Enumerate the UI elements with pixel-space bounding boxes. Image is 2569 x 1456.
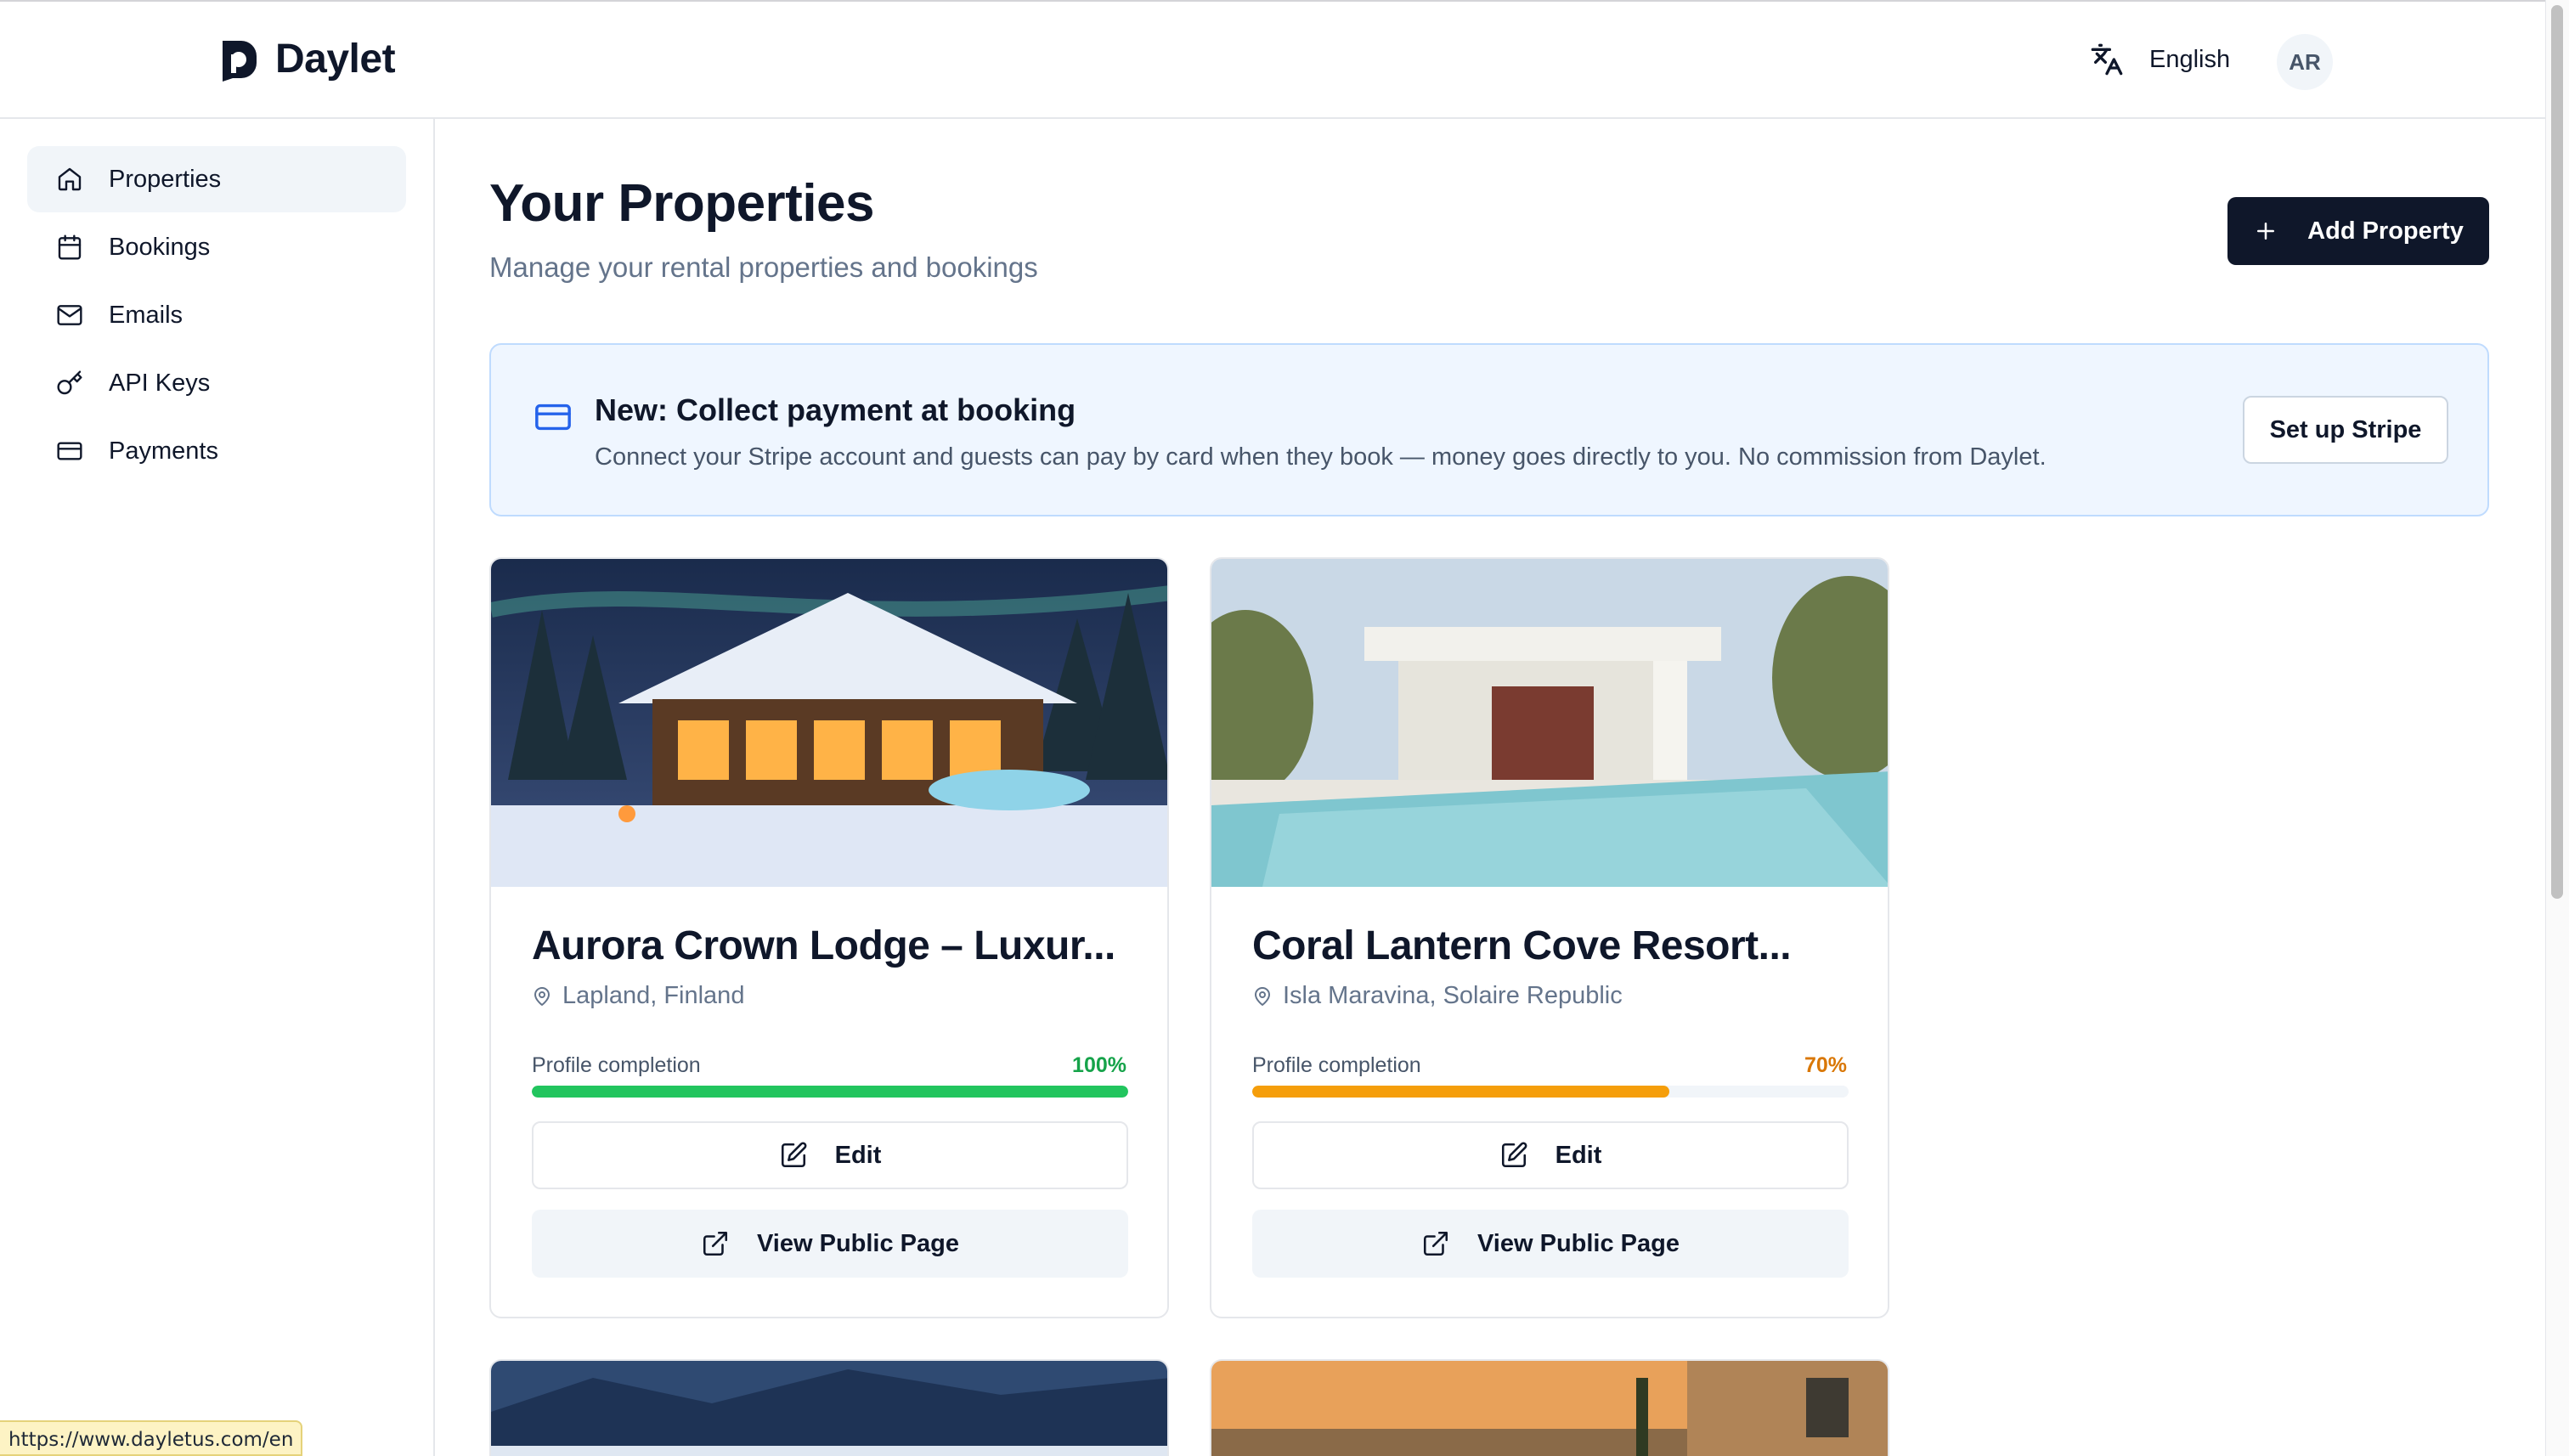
- sidebar-item-label: API Keys: [109, 369, 211, 397]
- sidebar-item-payments[interactable]: Payments: [27, 418, 406, 484]
- profile-completion-value: 70%: [1804, 1053, 1847, 1077]
- user-avatar[interactable]: AR: [2277, 34, 2333, 90]
- top-bar: Daylet English AR: [0, 0, 2545, 119]
- sidebar-item-emails[interactable]: Emails: [27, 282, 406, 348]
- property-image: [1211, 1361, 1888, 1456]
- property-location: Isla Maravina, Solaire Republic: [1252, 982, 1623, 1010]
- profile-completion-label: Profile completion: [1252, 1053, 1421, 1077]
- profile-completion-label: Profile completion: [532, 1053, 701, 1077]
- scrollbar-thumb[interactable]: [2551, 5, 2563, 899]
- view-public-page-label: View Public Page: [756, 1229, 959, 1257]
- property-image: [491, 1361, 1167, 1456]
- profile-completion-fill: [1252, 1086, 1670, 1098]
- property-card-partial[interactable]: [489, 1359, 1169, 1456]
- property-card-partial[interactable]: [1210, 1359, 1889, 1456]
- brand-name: Daylet: [275, 37, 396, 82]
- edit-button[interactable]: Edit: [532, 1121, 1128, 1189]
- edit-button[interactable]: Edit: [1252, 1121, 1849, 1189]
- mail-icon: [57, 305, 82, 325]
- vertical-scrollbar[interactable]: [2545, 0, 2569, 1456]
- sidebar-item-bookings[interactable]: Bookings: [27, 214, 406, 280]
- property-image[interactable]: [491, 559, 1169, 887]
- add-property-label: Add Property: [2307, 217, 2464, 245]
- language-label: English: [2149, 45, 2231, 73]
- brand-logo[interactable]: Daylet: [216, 36, 396, 82]
- translate-icon: [2091, 43, 2123, 76]
- property-title: Aurora Crown Lodge – Luxur...: [532, 923, 1115, 968]
- edit-icon: [781, 1142, 807, 1168]
- sidebar: Properties Bookings Emails API Keys Paym…: [0, 119, 435, 1456]
- page-subtitle: Manage your rental properties and bookin…: [489, 251, 1038, 283]
- key-icon: [57, 370, 82, 395]
- daylet-logo-icon: [223, 40, 257, 82]
- edit-icon: [1501, 1142, 1527, 1168]
- edit-label: Edit: [1555, 1141, 1602, 1169]
- banner-text: Connect your Stripe account and guests c…: [595, 443, 2047, 471]
- profile-completion-bar: [532, 1086, 1128, 1098]
- stripe-banner: New: Collect payment at booking Connect …: [489, 343, 2489, 516]
- property-image[interactable]: [1211, 559, 1889, 887]
- profile-completion-value: 100%: [1072, 1053, 1126, 1077]
- add-property-button[interactable]: Add Property: [2227, 197, 2489, 265]
- plus-icon: [2257, 223, 2275, 240]
- credit-card-icon: [57, 442, 82, 460]
- sidebar-item-label: Properties: [109, 165, 222, 193]
- property-card: Aurora Crown Lodge – Luxur... Lapland, F…: [489, 557, 1169, 1318]
- status-bar-url: https://www.dayletus.com/en: [0, 1420, 302, 1456]
- property-card: Coral Lantern Cove Resort... Isla Maravi…: [1210, 557, 1889, 1318]
- external-link-icon: [703, 1231, 728, 1256]
- home-icon: [58, 167, 82, 191]
- sidebar-item-label: Payments: [109, 437, 218, 465]
- sidebar-item-label: Bookings: [109, 233, 211, 261]
- location-text: Lapland, Finland: [562, 982, 745, 1009]
- profile-completion-bar: [1252, 1086, 1849, 1098]
- sidebar-item-label: Emails: [109, 301, 184, 329]
- external-link-icon: [1423, 1231, 1448, 1256]
- view-public-page-label: View Public Page: [1476, 1229, 1680, 1257]
- page-title: Your Properties: [489, 174, 875, 233]
- view-public-page-button[interactable]: View Public Page: [1252, 1210, 1849, 1278]
- map-pin-icon: [534, 986, 550, 1006]
- location-text: Isla Maravina, Solaire Republic: [1283, 982, 1623, 1009]
- calendar-icon: [58, 234, 82, 260]
- banner-title: New: Collect payment at booking: [595, 392, 1076, 427]
- property-title: Coral Lantern Cove Resort...: [1252, 923, 1792, 968]
- sidebar-item-properties[interactable]: Properties: [27, 146, 406, 212]
- edit-label: Edit: [834, 1141, 882, 1169]
- language-selector[interactable]: English: [2090, 42, 2230, 76]
- sidebar-item-api-keys[interactable]: API Keys: [27, 350, 406, 416]
- view-public-page-button[interactable]: View Public Page: [532, 1210, 1128, 1278]
- profile-completion-fill: [532, 1086, 1128, 1098]
- map-pin-icon: [1255, 986, 1270, 1006]
- credit-card-icon: [535, 404, 571, 431]
- set-up-stripe-button[interactable]: Set up Stripe: [2243, 396, 2448, 464]
- property-location: Lapland, Finland: [532, 982, 744, 1010]
